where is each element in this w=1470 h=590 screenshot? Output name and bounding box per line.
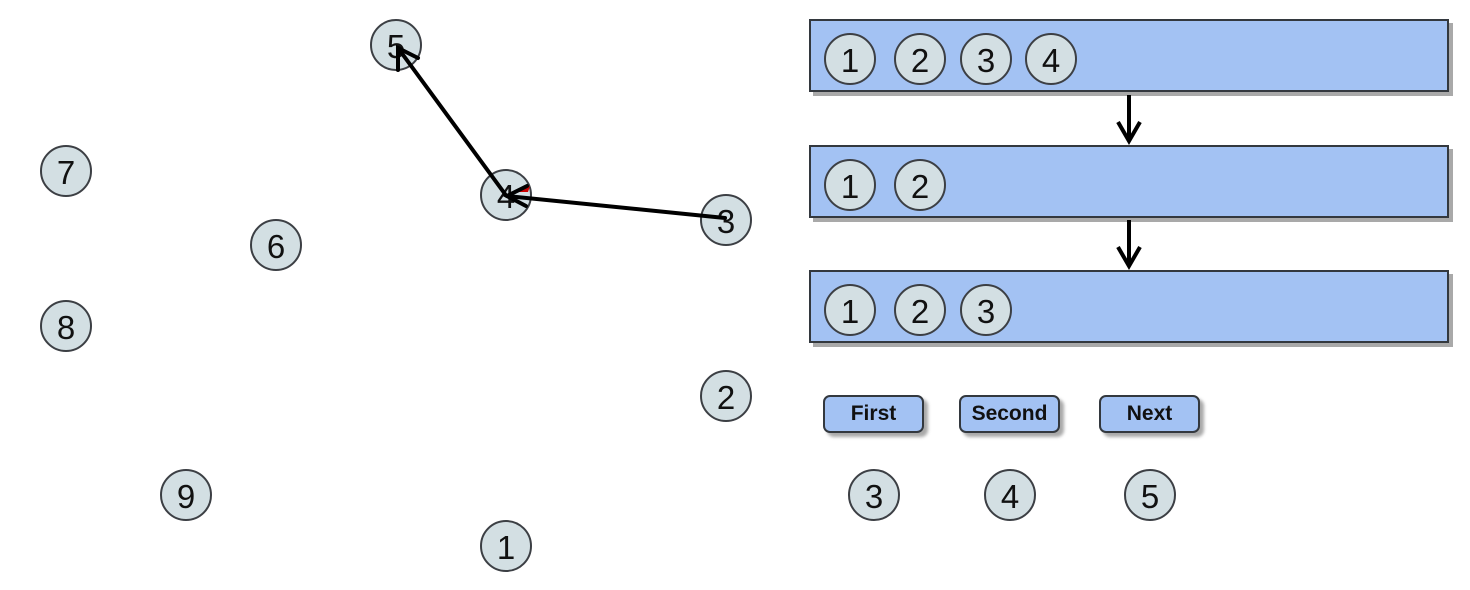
node-label: 3 xyxy=(976,292,996,330)
node-label: 2 xyxy=(910,167,930,205)
panel-node[interactable]: 1 xyxy=(824,159,876,211)
node-label: 4 xyxy=(1000,477,1020,515)
node-label: 1 xyxy=(840,41,860,79)
button-node-3[interactable]: 3 xyxy=(848,469,900,521)
second-button[interactable]: Second xyxy=(959,395,1060,433)
node-2[interactable]: 2 xyxy=(700,370,752,422)
first-button[interactable]: First xyxy=(823,395,924,433)
panel-node[interactable]: 1 xyxy=(824,284,876,336)
node-label: 8 xyxy=(56,308,76,346)
pipeline-panel-2[interactable]: 1 2 xyxy=(809,145,1449,218)
node-label: 4 xyxy=(1041,41,1061,79)
edge-3-to-4[interactable] xyxy=(502,184,727,220)
node-9[interactable]: 9 xyxy=(160,469,212,521)
node-label: 5 xyxy=(1140,477,1160,515)
panel-node[interactable]: 2 xyxy=(894,284,946,336)
node-label: 6 xyxy=(266,227,286,265)
panel-node[interactable]: 2 xyxy=(894,33,946,85)
node-label: 3 xyxy=(864,477,884,515)
node-label: 3 xyxy=(716,202,736,240)
node-label: 7 xyxy=(56,153,76,191)
node-5[interactable]: 5 xyxy=(370,19,422,71)
arrow-down-icon xyxy=(1116,95,1142,145)
arrow-down-icon xyxy=(1116,220,1142,270)
node-label: 1 xyxy=(840,167,860,205)
node-label: 2 xyxy=(910,292,930,330)
button-node-5[interactable]: 5 xyxy=(1124,469,1176,521)
node-6[interactable]: 6 xyxy=(250,219,302,271)
next-button[interactable]: Next xyxy=(1099,395,1200,433)
node-label: 4 xyxy=(496,177,516,215)
node-label: 9 xyxy=(176,477,196,515)
node-3[interactable]: 3 xyxy=(700,194,752,246)
node-label: 2 xyxy=(910,41,930,79)
pipeline-panel-3[interactable]: 1 2 3 xyxy=(809,270,1449,343)
node-label: 3 xyxy=(976,41,996,79)
node-label: 1 xyxy=(496,528,516,566)
node-1[interactable]: 1 xyxy=(480,520,532,572)
node-label: 1 xyxy=(840,292,860,330)
panel-node[interactable]: 3 xyxy=(960,33,1012,85)
panel-node[interactable]: 1 xyxy=(824,33,876,85)
panel-node[interactable]: 2 xyxy=(894,159,946,211)
button-node-4[interactable]: 4 xyxy=(984,469,1036,521)
pipeline-panel-1[interactable]: 1 2 3 4 xyxy=(809,19,1449,92)
panel-node[interactable]: 3 xyxy=(960,284,1012,336)
node-8[interactable]: 8 xyxy=(40,300,92,352)
node-label: 5 xyxy=(386,27,406,65)
node-7[interactable]: 7 xyxy=(40,145,92,197)
node-4[interactable]: 4 xyxy=(480,169,532,221)
node-label: 2 xyxy=(716,378,736,416)
edge-4-to-5[interactable] xyxy=(396,44,507,196)
panel-node[interactable]: 4 xyxy=(1025,33,1077,85)
diagram-canvas: 1 2 3 4 5 6 7 8 9 1 2 3 4 1 2 1 2 3 Firs… xyxy=(0,0,1470,590)
